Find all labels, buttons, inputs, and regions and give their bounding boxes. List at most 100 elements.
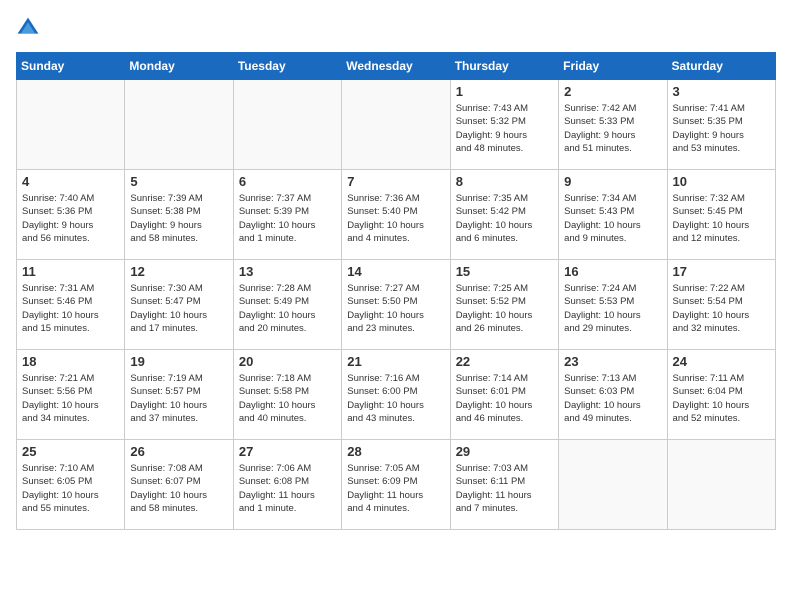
day-info: Sunrise: 7:39 AM Sunset: 5:38 PM Dayligh…	[130, 192, 227, 245]
day-number: 6	[239, 174, 336, 189]
day-info: Sunrise: 7:32 AM Sunset: 5:45 PM Dayligh…	[673, 192, 770, 245]
day-info: Sunrise: 7:43 AM Sunset: 5:32 PM Dayligh…	[456, 102, 553, 155]
calendar-cell: 22 Sunrise: 7:14 AM Sunset: 6:01 PM Dayli…	[450, 350, 558, 440]
calendar-cell: 9Sunrise: 7:34 AM Sunset: 5:43 PM Daylig…	[559, 170, 667, 260]
calendar-week-row: 1 Sunrise: 7:43 AM Sunset: 5:32 PM Daylig…	[17, 80, 776, 170]
logo-icon	[16, 16, 40, 40]
calendar-week-row: 4 Sunrise: 7:40 AM Sunset: 5:36 PM Daylig…	[17, 170, 776, 260]
day-info: Sunrise: 7:31 AM Sunset: 5:46 PM Dayligh…	[22, 282, 119, 335]
day-info: Sunrise: 7:11 AM Sunset: 6:04 PM Dayligh…	[673, 372, 770, 425]
day-info: Sunrise: 7:24 AM Sunset: 5:53 PM Dayligh…	[564, 282, 661, 335]
calendar-cell: 6 Sunrise: 7:37 AM Sunset: 5:39 PM Daylig…	[233, 170, 341, 260]
day-number: 17	[673, 264, 770, 279]
day-number: 10	[673, 174, 770, 189]
day-info: Sunrise: 7:21 AM Sunset: 5:56 PM Dayligh…	[22, 372, 119, 425]
calendar-week-row: 25 Sunrise: 7:10 AM Sunset: 6:05 PM Dayli…	[17, 440, 776, 530]
day-number: 21	[347, 354, 444, 369]
day-number: 14	[347, 264, 444, 279]
calendar-cell: 24 Sunrise: 7:11 AM Sunset: 6:04 PM Dayli…	[667, 350, 775, 440]
calendar-week-row: 11Sunrise: 7:31 AM Sunset: 5:46 PM Dayli…	[17, 260, 776, 350]
day-number: 28	[347, 444, 444, 459]
calendar-cell: 26 Sunrise: 7:08 AM Sunset: 6:07 PM Dayli…	[125, 440, 233, 530]
calendar-cell: 2 Sunrise: 7:42 AM Sunset: 5:33 PM Daylig…	[559, 80, 667, 170]
calendar-cell	[17, 80, 125, 170]
calendar-cell: 25 Sunrise: 7:10 AM Sunset: 6:05 PM Dayli…	[17, 440, 125, 530]
calendar-cell: 8Sunrise: 7:35 AM Sunset: 5:42 PM Daylig…	[450, 170, 558, 260]
calendar-cell: 5Sunrise: 7:39 AM Sunset: 5:38 PM Daylig…	[125, 170, 233, 260]
day-number: 15	[456, 264, 553, 279]
calendar-cell: 11Sunrise: 7:31 AM Sunset: 5:46 PM Dayli…	[17, 260, 125, 350]
calendar-table: SundayMondayTuesdayWednesdayThursdayFrid…	[16, 52, 776, 530]
day-info: Sunrise: 7:19 AM Sunset: 5:57 PM Dayligh…	[130, 372, 227, 425]
day-info: Sunrise: 7:16 AM Sunset: 6:00 PM Dayligh…	[347, 372, 444, 425]
calendar-cell	[559, 440, 667, 530]
day-number: 4	[22, 174, 119, 189]
calendar-cell: 17 Sunrise: 7:22 AM Sunset: 5:54 PM Dayli…	[667, 260, 775, 350]
day-info: Sunrise: 7:06 AM Sunset: 6:08 PM Dayligh…	[239, 462, 336, 515]
calendar-header-cell: Wednesday	[342, 53, 450, 80]
day-info: Sunrise: 7:27 AM Sunset: 5:50 PM Dayligh…	[347, 282, 444, 335]
calendar-header-cell: Thursday	[450, 53, 558, 80]
day-number: 24	[673, 354, 770, 369]
day-number: 2	[564, 84, 661, 99]
day-info: Sunrise: 7:18 AM Sunset: 5:58 PM Dayligh…	[239, 372, 336, 425]
day-number: 12	[130, 264, 227, 279]
day-info: Sunrise: 7:37 AM Sunset: 5:39 PM Dayligh…	[239, 192, 336, 245]
day-info: Sunrise: 7:28 AM Sunset: 5:49 PM Dayligh…	[239, 282, 336, 335]
day-info: Sunrise: 7:14 AM Sunset: 6:01 PM Dayligh…	[456, 372, 553, 425]
day-number: 23	[564, 354, 661, 369]
day-number: 1	[456, 84, 553, 99]
calendar-cell	[233, 80, 341, 170]
calendar-cell: 16 Sunrise: 7:24 AM Sunset: 5:53 PM Dayli…	[559, 260, 667, 350]
day-number: 8	[456, 174, 553, 189]
day-number: 20	[239, 354, 336, 369]
day-info: Sunrise: 7:40 AM Sunset: 5:36 PM Dayligh…	[22, 192, 119, 245]
day-number: 22	[456, 354, 553, 369]
calendar-header-cell: Sunday	[17, 53, 125, 80]
day-info: Sunrise: 7:08 AM Sunset: 6:07 PM Dayligh…	[130, 462, 227, 515]
day-number: 13	[239, 264, 336, 279]
calendar-cell	[342, 80, 450, 170]
calendar-cell: 4 Sunrise: 7:40 AM Sunset: 5:36 PM Daylig…	[17, 170, 125, 260]
calendar-header-cell: Monday	[125, 53, 233, 80]
calendar-header-row: SundayMondayTuesdayWednesdayThursdayFrid…	[17, 53, 776, 80]
day-info: Sunrise: 7:05 AM Sunset: 6:09 PM Dayligh…	[347, 462, 444, 515]
calendar-cell	[125, 80, 233, 170]
calendar-cell: 28 Sunrise: 7:05 AM Sunset: 6:09 PM Dayli…	[342, 440, 450, 530]
calendar-cell: 21 Sunrise: 7:16 AM Sunset: 6:00 PM Dayli…	[342, 350, 450, 440]
calendar-cell: 7Sunrise: 7:36 AM Sunset: 5:40 PM Daylig…	[342, 170, 450, 260]
day-info: Sunrise: 7:42 AM Sunset: 5:33 PM Dayligh…	[564, 102, 661, 155]
calendar-week-row: 18 Sunrise: 7:21 AM Sunset: 5:56 PM Dayli…	[17, 350, 776, 440]
calendar-header-cell: Tuesday	[233, 53, 341, 80]
calendar-cell: 1 Sunrise: 7:43 AM Sunset: 5:32 PM Daylig…	[450, 80, 558, 170]
calendar-cell: 19 Sunrise: 7:19 AM Sunset: 5:57 PM Dayli…	[125, 350, 233, 440]
calendar-header-cell: Saturday	[667, 53, 775, 80]
day-number: 25	[22, 444, 119, 459]
day-info: Sunrise: 7:03 AM Sunset: 6:11 PM Dayligh…	[456, 462, 553, 515]
day-info: Sunrise: 7:10 AM Sunset: 6:05 PM Dayligh…	[22, 462, 119, 515]
logo	[16, 16, 44, 40]
calendar-cell: 14 Sunrise: 7:27 AM Sunset: 5:50 PM Dayli…	[342, 260, 450, 350]
day-info: Sunrise: 7:41 AM Sunset: 5:35 PM Dayligh…	[673, 102, 770, 155]
day-number: 18	[22, 354, 119, 369]
calendar-cell: 13 Sunrise: 7:28 AM Sunset: 5:49 PM Dayli…	[233, 260, 341, 350]
day-number: 16	[564, 264, 661, 279]
day-info: Sunrise: 7:25 AM Sunset: 5:52 PM Dayligh…	[456, 282, 553, 335]
day-number: 26	[130, 444, 227, 459]
day-number: 29	[456, 444, 553, 459]
calendar-header-cell: Friday	[559, 53, 667, 80]
day-number: 9	[564, 174, 661, 189]
calendar-cell	[667, 440, 775, 530]
day-info: Sunrise: 7:36 AM Sunset: 5:40 PM Dayligh…	[347, 192, 444, 245]
calendar-cell: 20 Sunrise: 7:18 AM Sunset: 5:58 PM Dayli…	[233, 350, 341, 440]
calendar-cell: 3 Sunrise: 7:41 AM Sunset: 5:35 PM Daylig…	[667, 80, 775, 170]
day-number: 3	[673, 84, 770, 99]
day-info: Sunrise: 7:22 AM Sunset: 5:54 PM Dayligh…	[673, 282, 770, 335]
calendar-cell: 15 Sunrise: 7:25 AM Sunset: 5:52 PM Dayli…	[450, 260, 558, 350]
day-number: 27	[239, 444, 336, 459]
calendar-cell: 18 Sunrise: 7:21 AM Sunset: 5:56 PM Dayli…	[17, 350, 125, 440]
calendar-cell: 23 Sunrise: 7:13 AM Sunset: 6:03 PM Dayli…	[559, 350, 667, 440]
calendar-cell: 29 Sunrise: 7:03 AM Sunset: 6:11 PM Dayli…	[450, 440, 558, 530]
day-info: Sunrise: 7:13 AM Sunset: 6:03 PM Dayligh…	[564, 372, 661, 425]
day-number: 19	[130, 354, 227, 369]
